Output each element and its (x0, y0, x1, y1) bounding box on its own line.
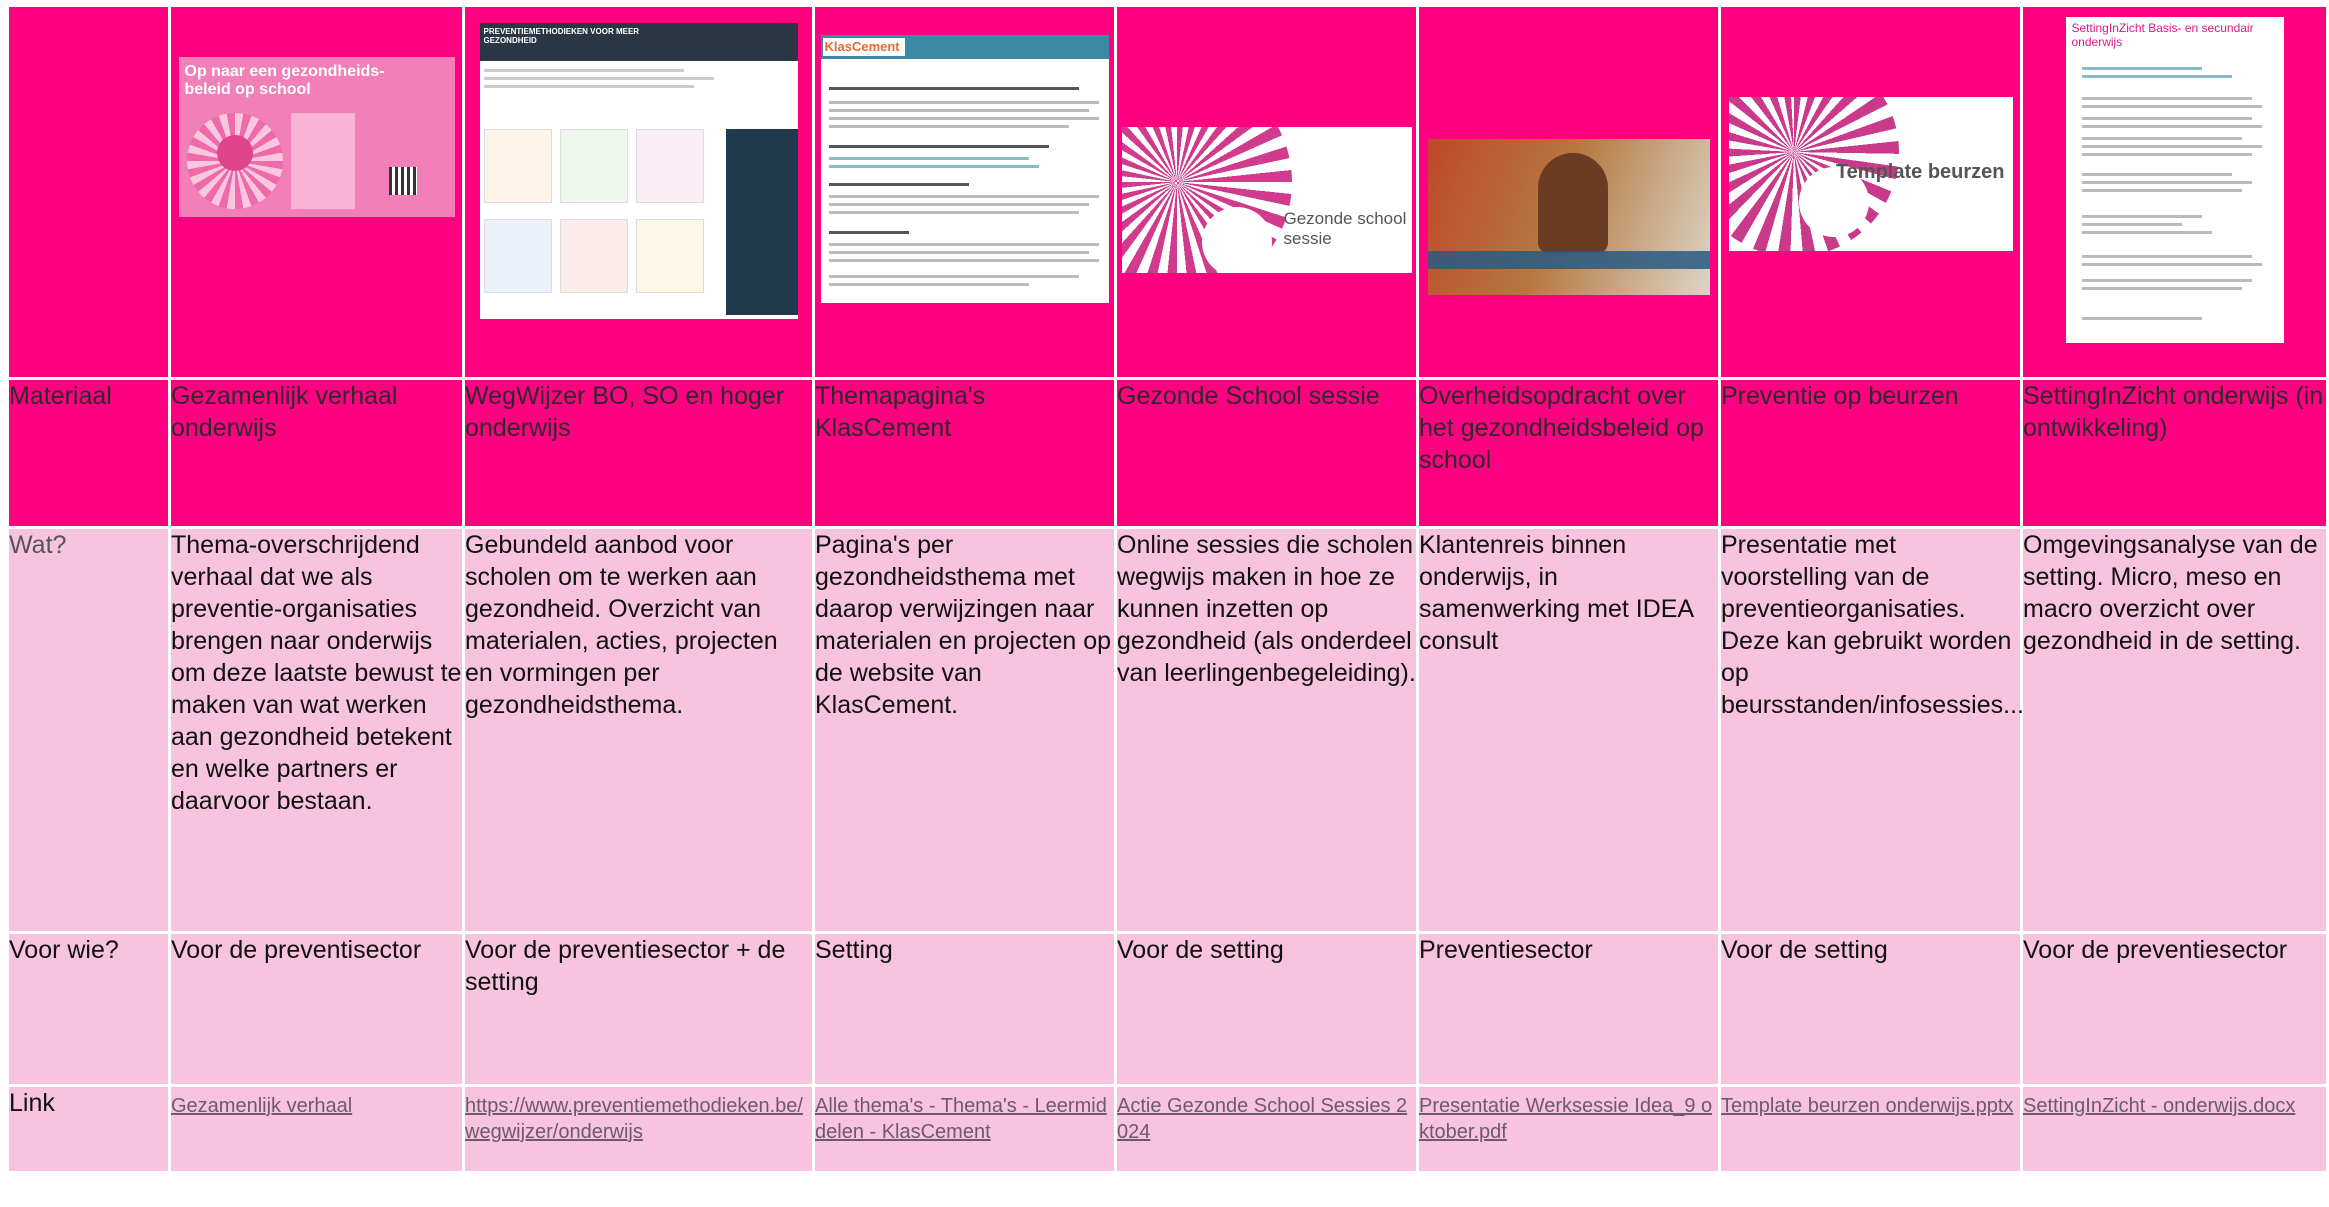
thumbnail-cell-4: Gezonde school sessie (1114, 4, 1419, 380)
thumbnail-title: Op naar een gezondheids-beleid op school (184, 63, 385, 98)
wat-cell: Online sessies die scholen wegwijs maken… (1114, 526, 1419, 934)
row-label-wat: Wat? (6, 526, 171, 934)
link-cell: Alle thema's - Thema's - Leermiddelen - … (812, 1084, 1117, 1174)
theme-card (559, 219, 628, 293)
link-presentatie-werksessie[interactable]: Presentatie Werksessie Idea_9 oktober.pd… (1419, 1087, 1718, 1145)
theme-card (635, 219, 704, 293)
thumbnail-cell-2: PREVENTIEMETHODIEKEN VOOR MEER GEZONDHEI… (462, 4, 815, 380)
link-cell: https://www.preventiemethodieken.be/wegw… (462, 1084, 815, 1174)
thumbnail-title: SettingInZicht Basis- en secundair onder… (2071, 21, 2254, 49)
health-wheel-graphic (186, 113, 283, 209)
thumbnail-wegwijzer: PREVENTIEMETHODIEKEN VOOR MEER GEZONDHEI… (479, 23, 798, 319)
wat-cell: Gebundeld aanbod voor scholen om te werk… (462, 526, 815, 934)
thumbnail-title: PREVENTIEMETHODIEKEN VOOR MEER GEZONDHEI… (483, 27, 640, 45)
thumbnail-cell-1: Op naar een gezondheids-beleid op school (168, 4, 465, 380)
materiaal-cell: Preventie op beurzen (1718, 377, 2023, 529)
link-gezonde-school-sessies[interactable]: Actie Gezonde School Sessies 2024 (1117, 1087, 1416, 1145)
thumbnail-row: Op naar een gezondheids-beleid op school… (6, 4, 2329, 380)
link-wegwijzer[interactable]: https://www.preventiemethodieken.be/wegw… (465, 1087, 812, 1145)
materiaal-cell: SettingInZicht onderwijs (in ontwikkelin… (2020, 377, 2329, 529)
theme-card (483, 129, 552, 203)
link-cell: Actie Gezonde School Sessies 2024 (1114, 1084, 1419, 1174)
thumbnail-gezamenlijk-verhaal: Op naar een gezondheids-beleid op school (178, 57, 455, 217)
voor-wie-cell: Setting (812, 931, 1117, 1087)
klascement-logo: KlasCement (824, 39, 900, 54)
thumbnail-cell-6: Template beurzen (1718, 4, 2023, 380)
voor-wie-cell: Voor de preventiesector + de setting (462, 931, 815, 1087)
thumbnail-cell-3: KlasCement (812, 4, 1117, 380)
row-label-link: Link (6, 1084, 171, 1174)
qr-code-icon (388, 167, 417, 195)
thumbnail-klascement: KlasCement (820, 35, 1109, 303)
link-cell: Template beurzen onderwijs.pptx (1718, 1084, 2023, 1174)
materiaal-cell: Gezamenlijk verhaal onderwijs (168, 377, 465, 529)
wat-cell: Klantenreis binnen onderwijs, in samenwe… (1416, 526, 1721, 934)
thumbnail-gezonde-school-sessie: Gezonde school sessie (1121, 127, 1412, 273)
link-gezamenlijk-verhaal[interactable]: Gezamenlijk verhaal (171, 1087, 462, 1119)
materiaal-cell: WegWijzer BO, SO en hoger onderwijs (462, 377, 815, 529)
link-template-beurzen[interactable]: Template beurzen onderwijs.pptx (1721, 1087, 2020, 1119)
materiaal-cell: Overheidsopdracht over het gezondheidsbe… (1416, 377, 1721, 529)
wat-cell: Presentatie met voorstelling van de prev… (1718, 526, 2024, 934)
thumbnail-template-beurzen: Template beurzen (1728, 97, 2013, 251)
link-cell: Presentatie Werksessie Idea_9 oktober.pd… (1416, 1084, 1721, 1174)
voor-wie-cell: Voor de preventiesector (2020, 931, 2329, 1087)
link-settinginzicht[interactable]: SettingInZicht - onderwijs.docx (2023, 1087, 2326, 1119)
photo-caption-band (1427, 251, 1710, 269)
photo-student (1537, 153, 1608, 253)
voor-wie-cell: Voor de setting (1114, 931, 1419, 1087)
voor-wie-row: Voor wie? Voor de preventisector Voor de… (6, 931, 2329, 1087)
theme-card (483, 219, 552, 293)
voor-wie-cell: Voor de setting (1718, 931, 2023, 1087)
wat-cell: Pagina's per gezondheidsthema met daarop… (812, 526, 1117, 934)
link-klascement[interactable]: Alle thema's - Thema's - Leermiddelen - … (815, 1087, 1114, 1145)
voor-wie-cell: Preventiesector (1416, 931, 1721, 1087)
thumbnail-title: Template beurzen (1835, 161, 2005, 183)
vormingsaanbod-panel (725, 129, 798, 315)
thumbnail-cell-7: SettingInZicht Basis- en secundair onder… (2020, 4, 2329, 380)
wat-cell: Omgevingsanalyse van de setting. Micro, … (2020, 526, 2329, 934)
wat-cell: Thema-overschrijdend verhaal dat we als … (168, 526, 465, 934)
thumbnail-overheidsopdracht (1427, 139, 1710, 295)
info-card-graphic (290, 113, 355, 209)
row-label-voor-wie: Voor wie? (6, 931, 171, 1087)
corner-cell (6, 4, 171, 380)
theme-card (635, 129, 704, 203)
theme-card (559, 129, 628, 203)
link-row: Link Gezamenlijk verhaal https://www.pre… (6, 1084, 2329, 1174)
thumbnail-settinginzicht: SettingInZicht Basis- en secundair onder… (2065, 17, 2284, 343)
thumbnail-title: Gezonde school sessie (1283, 209, 1407, 248)
wat-row: Wat? Thema-overschrijdend verhaal dat we… (6, 526, 2329, 934)
voor-wie-cell: Voor de preventisector (168, 931, 465, 1087)
materiaal-cell: Gezonde School sessie (1114, 377, 1419, 529)
row-label-materiaal: Materiaal (6, 377, 171, 529)
materiaal-cell: Themapagina's KlasCement (812, 377, 1117, 529)
link-cell: SettingInZicht - onderwijs.docx (2020, 1084, 2329, 1174)
materials-table: Op naar een gezondheids-beleid op school… (6, 4, 2329, 1174)
materiaal-row: Materiaal Gezamenlijk verhaal onderwijs … (6, 377, 2329, 529)
thumbnail-cell-5 (1416, 4, 1721, 380)
link-cell: Gezamenlijk verhaal (168, 1084, 465, 1174)
